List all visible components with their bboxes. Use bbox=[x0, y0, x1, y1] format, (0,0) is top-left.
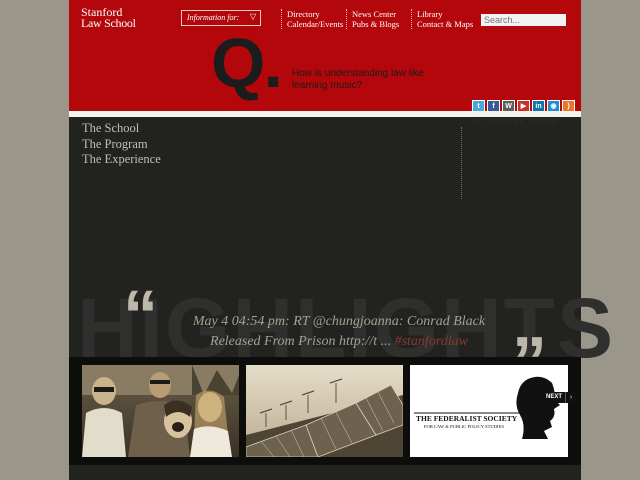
search-input[interactable] bbox=[481, 14, 566, 26]
federalist-subtitle: FOR LAW & PUBLIC POLICY STUDIES bbox=[424, 424, 504, 429]
group-photo-image bbox=[82, 365, 239, 457]
header-divider bbox=[69, 111, 581, 117]
stanford-law-logo[interactable]: Stanford Law School bbox=[81, 6, 136, 29]
elsewhere-online-label: ELSEWHERE ONLINE bbox=[472, 118, 560, 127]
divider bbox=[461, 127, 462, 199]
nav-link-directory[interactable]: Directory bbox=[287, 9, 343, 19]
nav-column-3: Library Contact & Maps bbox=[411, 9, 473, 29]
next-label: NEXT bbox=[543, 392, 566, 403]
nav-link-pubs-blogs[interactable]: Pubs & Blogs bbox=[352, 19, 399, 29]
solar-panels-thumbnail[interactable] bbox=[246, 365, 403, 457]
federalist-society-logo: THE FEDERALIST SOCIETY FOR LAW & PUBLIC … bbox=[410, 365, 568, 457]
page-frame: Stanford Law School Information for: ▽ D… bbox=[69, 0, 613, 480]
nav-link-news-center[interactable]: News Center bbox=[352, 9, 399, 19]
open-quote-icon: “ bbox=[123, 276, 158, 354]
nav-link-contact-maps[interactable]: Contact & Maps bbox=[417, 19, 473, 29]
hashtag-link[interactable]: #stanfordlaw bbox=[395, 334, 468, 349]
question-mark-graphic: Q. bbox=[211, 24, 283, 102]
chevron-down-icon: ▽ bbox=[249, 12, 256, 21]
chevron-right-icon: › bbox=[565, 392, 577, 403]
nav-link-the-experience[interactable]: The Experience bbox=[82, 152, 161, 168]
solar-panels-image bbox=[246, 365, 403, 457]
federalist-title: THE FEDERALIST SOCIETY bbox=[416, 414, 518, 423]
nav-column-2: News Center Pubs & Blogs bbox=[346, 9, 399, 29]
nav-link-library[interactable]: Library bbox=[417, 9, 473, 19]
next-button[interactable]: NEXT › bbox=[543, 392, 577, 403]
highlight-tweet[interactable]: May 4 04:54 pm: RT @chungjoanna: Conrad … bbox=[169, 312, 509, 352]
featured-question[interactable]: How is understanding law like learning m… bbox=[292, 68, 432, 92]
nav-link-the-program[interactable]: The Program bbox=[82, 137, 161, 153]
site-header: Stanford Law School Information for: ▽ D… bbox=[69, 0, 581, 113]
nav-column-1: Directory Calendar/Events bbox=[281, 9, 343, 29]
section-nav: The School The Program The Experience bbox=[82, 121, 161, 168]
group-photo-thumbnail[interactable] bbox=[82, 365, 239, 457]
nav-link-calendar-events[interactable]: Calendar/Events bbox=[287, 19, 343, 29]
federalist-society-thumbnail[interactable]: THE FEDERALIST SOCIETY FOR LAW & PUBLIC … bbox=[410, 365, 568, 457]
nav-link-the-school[interactable]: The School bbox=[82, 121, 161, 137]
information-for-label: Information for: bbox=[187, 13, 240, 22]
